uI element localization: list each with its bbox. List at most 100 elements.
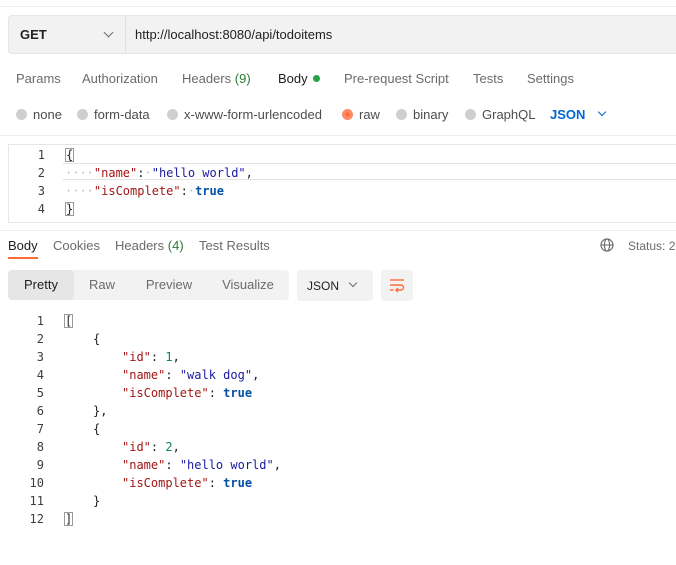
response-tab-headers-label: Headers xyxy=(115,238,165,253)
request-body-editor[interactable]: 1 2 3 4 { ····"name":·"hello world", ···… xyxy=(8,144,676,223)
comma: , xyxy=(172,440,180,454)
json-key: "name" xyxy=(122,368,166,382)
radio-circle-icon xyxy=(465,109,476,120)
view-preview-button[interactable]: Preview xyxy=(132,270,206,300)
code-line: ] xyxy=(64,512,74,526)
code-line: "isComplete": true xyxy=(122,386,252,400)
code-line: { xyxy=(93,422,100,436)
radio-circle-icon xyxy=(16,109,27,120)
code-line: { xyxy=(93,332,100,346)
top-divider xyxy=(0,6,676,7)
radio-none[interactable]: none xyxy=(16,107,62,122)
radio-form-data[interactable]: form-data xyxy=(77,107,150,122)
wrap-lines-button[interactable] xyxy=(381,270,413,301)
json-key: "isComplete" xyxy=(93,184,181,198)
line-number: 6 xyxy=(36,404,44,418)
response-view-toggle: Pretty Raw Preview Visualize xyxy=(8,270,289,300)
body-language-label: JSON xyxy=(550,107,586,122)
chevron-down-icon xyxy=(103,27,114,38)
colon: : xyxy=(208,476,224,490)
radio-binary[interactable]: binary xyxy=(396,107,448,122)
json-key: "id" xyxy=(122,350,151,364)
response-tab-cookies[interactable]: Cookies xyxy=(53,238,100,253)
line-number: 12 xyxy=(29,512,44,526)
view-raw-button[interactable]: Raw xyxy=(74,270,130,300)
indent-marker: ···· xyxy=(65,184,94,198)
tab-tests[interactable]: Tests xyxy=(473,71,503,86)
space-marker: · xyxy=(187,184,196,198)
radio-binary-label: binary xyxy=(413,107,449,122)
method-select[interactable]: GET xyxy=(9,16,126,53)
view-visualize-button[interactable]: Visualize xyxy=(208,270,288,300)
chevron-down-icon xyxy=(348,278,358,288)
line-number: 2 xyxy=(36,332,44,346)
code-line: { xyxy=(65,148,75,162)
view-pretty-button[interactable]: Pretty xyxy=(8,270,74,300)
tab-headers[interactable]: Headers (9) xyxy=(182,71,251,86)
open-brace: { xyxy=(93,422,101,436)
line-number: 2 xyxy=(37,166,45,180)
json-key: "name" xyxy=(122,458,166,472)
radio-raw[interactable]: raw xyxy=(342,107,380,122)
json-string: "hello world" xyxy=(151,166,246,180)
open-brace: { xyxy=(93,332,101,346)
tab-params[interactable]: Params xyxy=(16,71,61,86)
colon: : xyxy=(137,166,145,180)
response-tab-headers[interactable]: Headers (4) xyxy=(115,238,184,253)
colon: : xyxy=(150,440,166,454)
open-brace: { xyxy=(65,148,75,162)
body-language-select[interactable]: JSON xyxy=(550,107,607,122)
globe-icon[interactable] xyxy=(600,238,614,252)
active-tab-underline xyxy=(8,257,38,259)
response-tab-test-results[interactable]: Test Results xyxy=(199,238,270,253)
comma: , xyxy=(273,458,281,472)
response-status: Status: 2 xyxy=(628,239,676,253)
close-brace: } xyxy=(65,202,75,216)
tab-body-label: Body xyxy=(278,71,308,86)
json-boolean: true xyxy=(223,386,253,400)
response-format-select[interactable]: JSON xyxy=(297,270,373,301)
line-number: 9 xyxy=(36,458,44,472)
open-bracket: [ xyxy=(64,314,74,328)
space-marker: · xyxy=(144,166,152,180)
code-line: ····"isComplete":·true xyxy=(65,184,224,198)
url-input[interactable] xyxy=(135,27,635,42)
tab-authorization[interactable]: Authorization xyxy=(82,71,158,86)
json-string: "hello world" xyxy=(179,458,274,472)
code-line: "id": 2, xyxy=(122,440,180,454)
radio-none-label: none xyxy=(33,107,62,122)
code-line: ····"name":·"hello world", xyxy=(65,166,253,180)
colon: : xyxy=(150,350,166,364)
radio-form-data-label: form-data xyxy=(94,107,150,122)
line-number: 1 xyxy=(36,314,44,328)
colon: : xyxy=(208,386,224,400)
indent-marker: ···· xyxy=(65,166,94,180)
code-line: "name": "hello world", xyxy=(122,458,281,472)
close-bracket: ] xyxy=(64,512,74,526)
radio-circle-icon xyxy=(396,109,407,120)
divider xyxy=(0,135,676,136)
comma: , xyxy=(245,166,253,180)
divider xyxy=(0,230,676,231)
tab-pre-request-script[interactable]: Pre-request Script xyxy=(344,71,449,86)
tab-headers-label: Headers xyxy=(182,71,232,86)
line-number: 4 xyxy=(36,368,44,382)
json-key: "isComplete" xyxy=(122,386,209,400)
radio-graphql[interactable]: GraphQL xyxy=(465,107,535,122)
request-url-bar: GET xyxy=(8,15,676,54)
response-format-label: JSON xyxy=(307,279,340,293)
json-number: 2 xyxy=(165,440,173,454)
radio-raw-label: raw xyxy=(359,107,380,122)
line-number: 5 xyxy=(36,386,44,400)
response-tab-body[interactable]: Body xyxy=(8,238,38,253)
json-key: "isComplete" xyxy=(122,476,209,490)
colon: : xyxy=(165,458,180,472)
chevron-down-icon xyxy=(597,107,607,117)
radio-urlencoded[interactable]: x-www-form-urlencoded xyxy=(167,107,322,122)
radio-urlencoded-label: x-www-form-urlencoded xyxy=(184,107,322,122)
tab-body[interactable]: Body xyxy=(278,71,320,86)
json-boolean: true xyxy=(195,184,224,198)
close-brace: } xyxy=(93,494,101,508)
json-number: 1 xyxy=(165,350,173,364)
tab-settings[interactable]: Settings xyxy=(527,71,574,86)
